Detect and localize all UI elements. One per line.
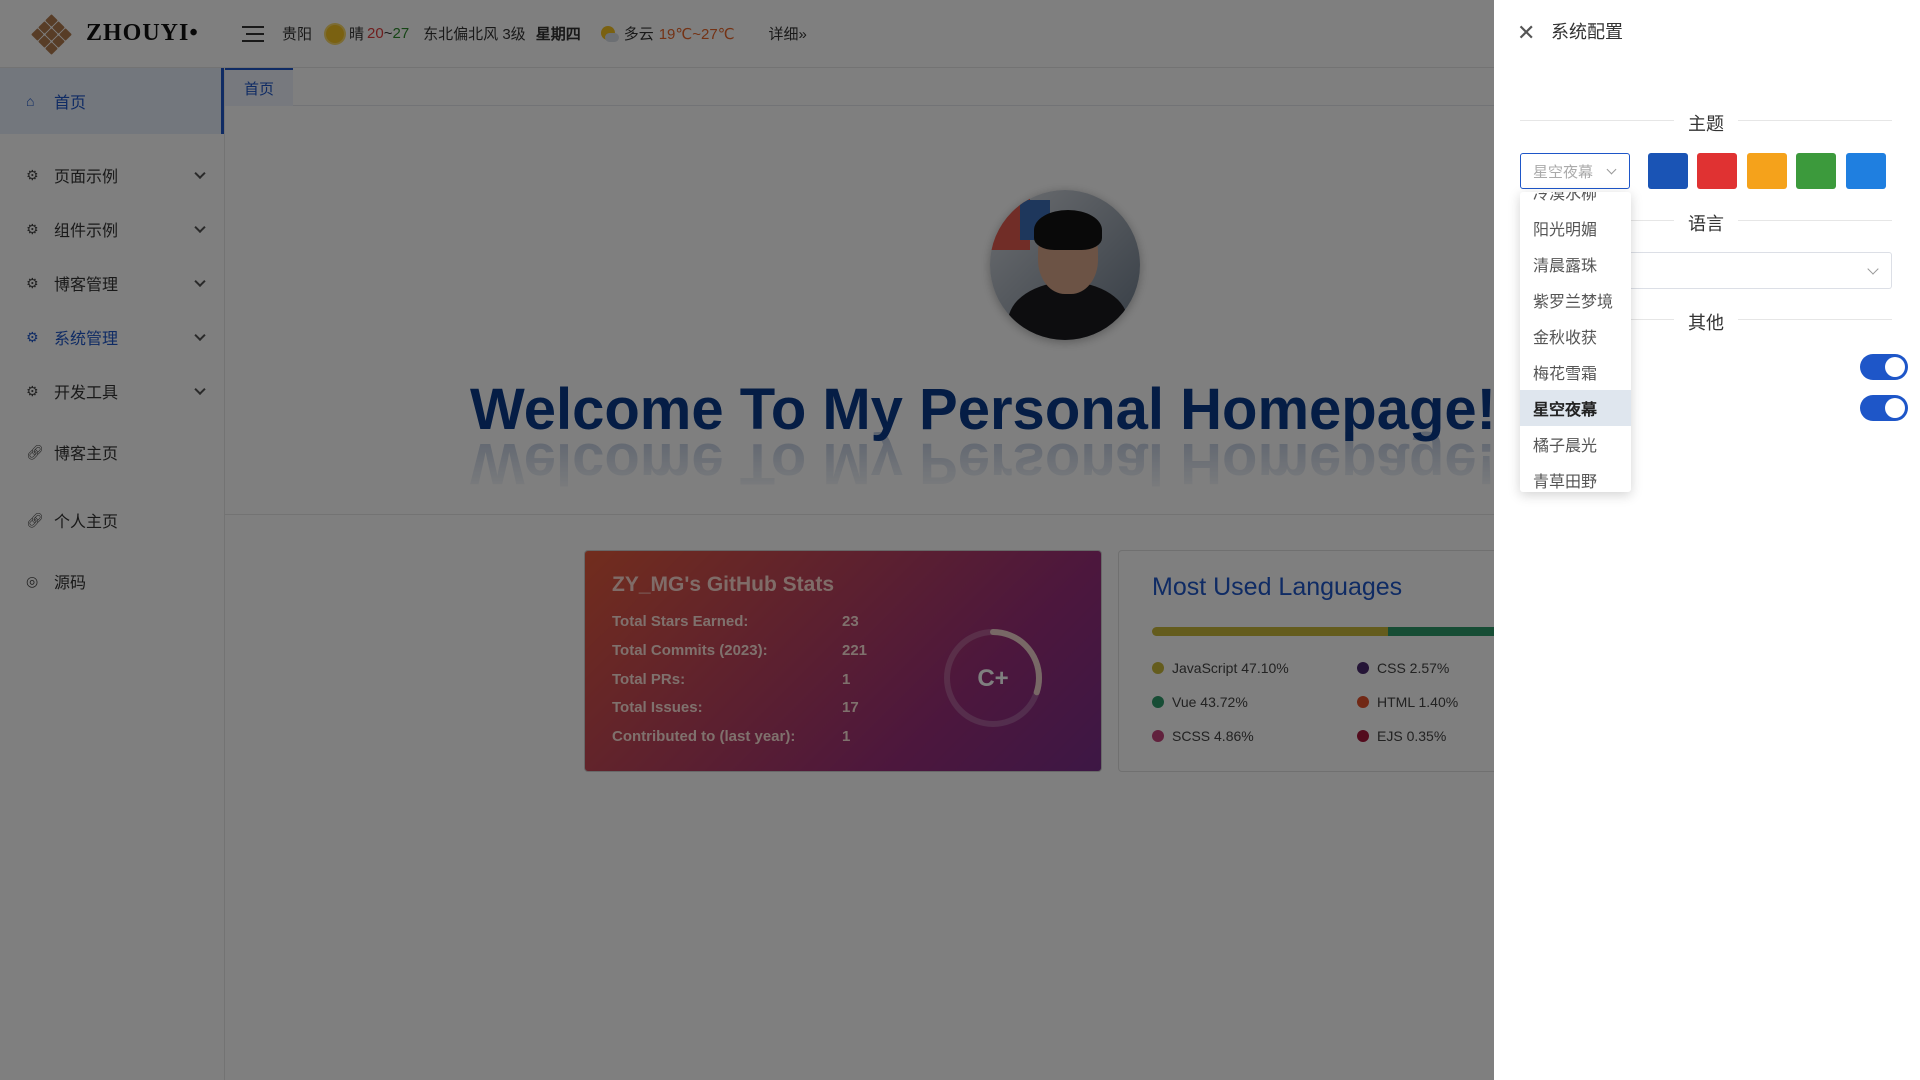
- theme-dropdown: 冷漠水柳 阳光明媚 清晨露珠 紫罗兰梦境 金秋收获 梅花雪霜 星空夜幕 橘子晨光…: [1520, 192, 1631, 492]
- theme-color-lightblue[interactable]: [1846, 153, 1886, 189]
- drawer-title: 系统配置: [1551, 22, 1623, 42]
- theme-color-blue[interactable]: [1648, 153, 1688, 189]
- theme-color-red[interactable]: [1697, 153, 1737, 189]
- chevron-down-icon: [1867, 263, 1879, 275]
- settings-drawer: ✕ 系统配置 主题 星空夜幕 语言 其他: [1494, 0, 1920, 1080]
- language-select[interactable]: [1630, 252, 1892, 289]
- dropdown-option[interactable]: 紫罗兰梦境: [1520, 282, 1631, 318]
- dropdown-option[interactable]: 橘子晨光: [1520, 426, 1631, 462]
- section-divider-theme: 主题: [1520, 110, 1892, 136]
- chevron-down-icon: [1606, 164, 1617, 175]
- dropdown-option[interactable]: 阳光明媚: [1520, 210, 1631, 246]
- close-icon[interactable]: ✕: [1517, 20, 1539, 45]
- theme-color-orange[interactable]: [1747, 153, 1787, 189]
- theme-select-value: 星空夜幕: [1533, 163, 1594, 181]
- dropdown-option[interactable]: 清晨露珠: [1520, 246, 1631, 282]
- toggle-switch-1[interactable]: [1860, 354, 1908, 380]
- dropdown-option[interactable]: 梅花雪霜: [1520, 354, 1631, 390]
- theme-select[interactable]: 星空夜幕: [1520, 153, 1630, 189]
- theme-color-green[interactable]: [1796, 153, 1836, 189]
- dropdown-option[interactable]: 金秋收获: [1520, 318, 1631, 354]
- dropdown-option[interactable]: 冷漠水柳: [1520, 192, 1631, 210]
- dropdown-option[interactable]: 青草田野: [1520, 462, 1631, 492]
- toggle-switch-2[interactable]: [1860, 395, 1908, 421]
- dropdown-option[interactable]: 星空夜幕: [1520, 390, 1631, 426]
